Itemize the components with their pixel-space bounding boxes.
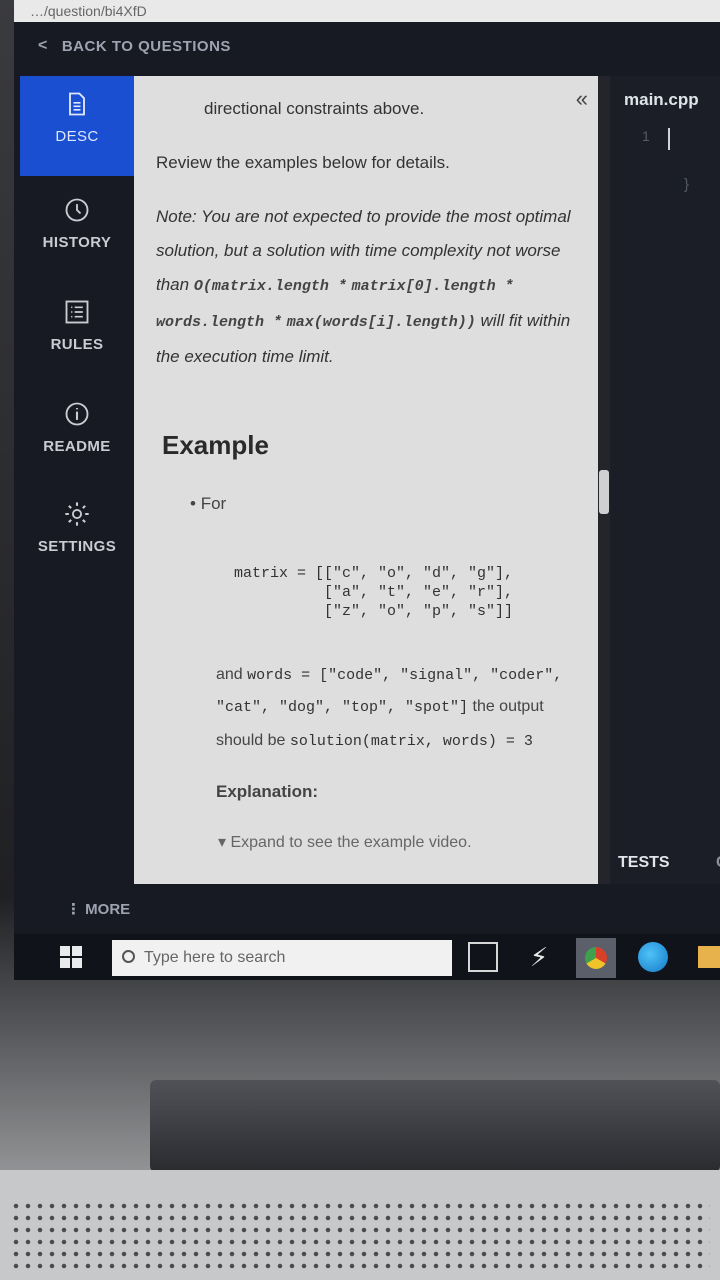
- words-code-2: "cat", "dog", "top", "spot"]: [216, 699, 469, 716]
- solution-line: should be solution(matrix, words) = 3: [216, 732, 533, 750]
- file-tab-main-cpp[interactable]: main.cpp: [624, 90, 699, 110]
- description-panel: « directional constraints above. Review …: [134, 76, 598, 884]
- chevron-left-icon: <: [38, 37, 48, 54]
- nav-label-readme: README: [43, 438, 111, 455]
- task-view-icon[interactable]: [468, 942, 498, 972]
- left-nav: DESC HISTORY RULES README SETTINGS: [14, 76, 134, 884]
- note-code-1: O(matrix.length *: [193, 278, 347, 295]
- words-code-1: words = ["code", "signal", "coder",: [247, 667, 563, 684]
- next-tab[interactable]: CU: [716, 854, 720, 872]
- text-caret[interactable]: [668, 128, 670, 150]
- chrome-icon[interactable]: [576, 938, 616, 978]
- code-brace: }: [684, 176, 690, 193]
- taskbar-search-box[interactable]: Type here to search: [112, 940, 452, 976]
- note-paragraph: Note: You are not expected to provide th…: [156, 200, 576, 374]
- speaker-grille: [10, 1200, 710, 1270]
- url-fragment: …/question/bi4XfD: [30, 3, 147, 19]
- matrix-code: matrix = [["c", "o", "d", "g"], ["a", "t…: [234, 565, 514, 620]
- explanation-label: Explanation:: [216, 782, 319, 801]
- nav-item-settings[interactable]: SETTINGS: [20, 486, 134, 586]
- browser-url-strip: …/question/bi4XfD: [14, 0, 720, 22]
- windows-taskbar: Type here to search ⚡: [14, 934, 720, 980]
- nav-label-rules: RULES: [50, 336, 104, 353]
- collapse-panel-icon[interactable]: «: [576, 86, 588, 112]
- nav-item-history[interactable]: HISTORY: [20, 182, 134, 282]
- nav-item-desc[interactable]: DESC: [20, 76, 134, 176]
- more-button[interactable]: ⋮ MORE: [66, 900, 130, 918]
- nav-item-readme[interactable]: README: [20, 386, 134, 486]
- desc-text-2: Review the examples below for details.: [156, 153, 450, 172]
- example-heading: Example: [162, 430, 269, 460]
- code-editor: main.cpp 1 } TESTS CU: [610, 76, 720, 884]
- desc-text-1: directional constraints above.: [204, 99, 425, 118]
- info-icon: [65, 402, 89, 426]
- search-icon: [122, 950, 135, 963]
- words-line-1: and words = ["code", "signal", "coder",: [216, 666, 562, 684]
- file-explorer-icon[interactable]: [698, 946, 720, 968]
- screen: …/question/bi4XfD < BACK TO QUESTIONS DE…: [14, 0, 720, 980]
- app-topbar: < BACK TO QUESTIONS: [14, 22, 720, 76]
- nav-label-history: HISTORY: [42, 234, 112, 251]
- document-icon: [69, 92, 85, 116]
- output-text: the output: [468, 698, 544, 715]
- back-to-questions-button[interactable]: < BACK TO QUESTIONS: [38, 37, 231, 55]
- nav-label-desc: DESC: [55, 128, 99, 145]
- edge-icon[interactable]: [638, 942, 668, 972]
- back-label: BACK TO QUESTIONS: [61, 37, 231, 55]
- nav-item-rules[interactable]: RULES: [20, 284, 134, 384]
- laptop-hinge: [150, 1080, 720, 1172]
- list-icon: [65, 300, 89, 324]
- resize-handle[interactable]: [599, 470, 609, 514]
- bullet-text: For: [200, 494, 227, 513]
- search-placeholder: Type here to search: [144, 949, 286, 966]
- nav-label-settings: SETTINGS: [37, 538, 117, 555]
- words-line-2: "cat", "dog", "top", "spot"] the output: [216, 698, 544, 716]
- clock-icon: [65, 198, 89, 222]
- windows-start-icon[interactable]: [60, 946, 82, 968]
- expand-example-video[interactable]: ▾ Expand to see the example video.: [218, 832, 472, 852]
- note-code-3: max(words[i].length)): [286, 314, 476, 331]
- line-number: 1: [642, 128, 650, 144]
- words-prefix: and: [216, 666, 248, 683]
- example-bullet: • For: [190, 494, 227, 513]
- bottom-more-bar: ⋮ MORE: [14, 884, 720, 934]
- should-be-text: should be: [216, 732, 290, 749]
- bolt-app-icon[interactable]: ⚡: [524, 942, 554, 972]
- tests-tab[interactable]: TESTS: [618, 854, 670, 872]
- panel-divider-scrollbar: [598, 76, 610, 884]
- solution-code: solution(matrix, words) = 3: [289, 733, 533, 750]
- gear-icon: [65, 502, 89, 526]
